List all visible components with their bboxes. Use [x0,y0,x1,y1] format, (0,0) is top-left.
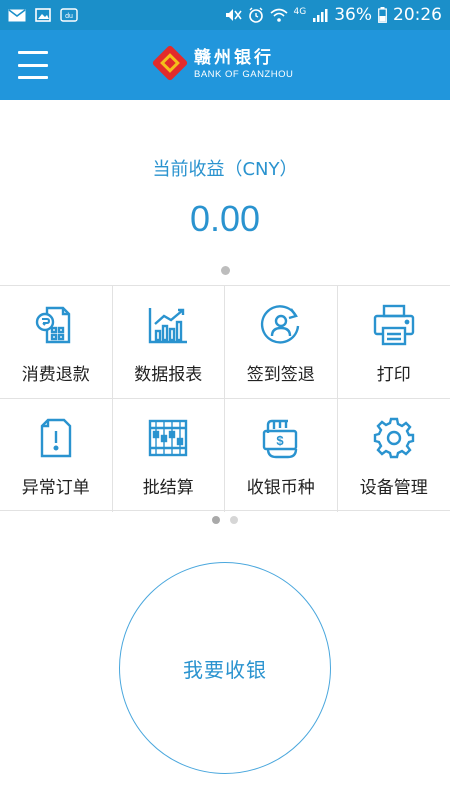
menu-item-refund[interactable]: 消费退款 [0,286,113,399]
menu-item-label: 异常订单 [21,478,90,498]
sign-in-icon [258,302,304,348]
pager-dot-active[interactable] [212,516,220,524]
signal-icon [312,8,328,23]
refund-icon [33,302,79,348]
grid-pager [0,516,450,524]
cashier-button[interactable]: 我要收银 [119,562,331,774]
gear-icon [371,415,417,461]
brand-name-en: BANK OF GANZHOU [194,69,294,81]
menu-item-print[interactable]: 打印 [337,286,450,399]
abacus-icon [145,415,191,461]
battery-percent: 36% [334,5,372,25]
menu-item-label: 批结算 [142,478,194,498]
menu-icon-line [18,51,48,54]
menu-item-label: 收银币种 [246,478,315,498]
bank-logo: 赣州银行 BANK OF GANZHOU [152,45,293,85]
clock: 20:26 [393,5,442,25]
svg-text:du: du [65,13,73,20]
brand-name-cn: 赣州银行 [194,48,274,69]
menu-item-sign[interactable]: 签到签退 [225,286,338,399]
earnings-value: 0.00 [189,198,261,239]
menu-item-label: 设备管理 [359,478,428,498]
image-icon [34,8,52,22]
notification-icon: du [60,8,78,22]
mail-icon [8,8,26,22]
pager-dot[interactable] [230,516,238,524]
printer-icon [371,302,417,348]
alert-document-icon [33,415,79,461]
menu-item-label: 消费退款 [21,365,90,385]
logo-icon [152,45,188,85]
function-grid: 消费退款 数据报表 签到签退 打印 异常订单 批结算 $ 收银币种 设备管理 [0,285,450,512]
wifi-icon [269,8,288,22]
menu-item-batch-settle[interactable]: 批结算 [113,399,225,512]
svg-text:$: $ [276,433,284,448]
menu-button[interactable] [18,51,48,79]
app-bar: 赣州银行 BANK OF GANZHOU [0,30,450,100]
menu-item-label: 打印 [376,365,411,385]
mute-icon [224,8,242,22]
menu-item-abnormal-order[interactable]: 异常订单 [0,399,113,512]
menu-item-currency[interactable]: $ 收银币种 [225,399,338,512]
currency-icon: $ [258,415,304,461]
chart-icon [145,302,191,348]
menu-item-report[interactable]: 数据报表 [112,286,225,399]
menu-item-device[interactable]: 设备管理 [338,399,450,512]
menu-item-label: 签到签退 [246,365,315,385]
status-bar: du 4G 36% 20:26 [0,0,450,30]
page-indicator-dot [221,266,230,275]
menu-icon-line [18,76,48,79]
battery-icon [378,7,387,23]
network-type: 4G [293,7,307,17]
menu-icon-line [18,63,48,67]
alarm-icon [248,7,264,23]
earnings-label: 当前收益（CNY） [152,159,298,180]
menu-item-label: 数据报表 [134,365,203,385]
cashier-button-label: 我要收银 [183,657,267,682]
